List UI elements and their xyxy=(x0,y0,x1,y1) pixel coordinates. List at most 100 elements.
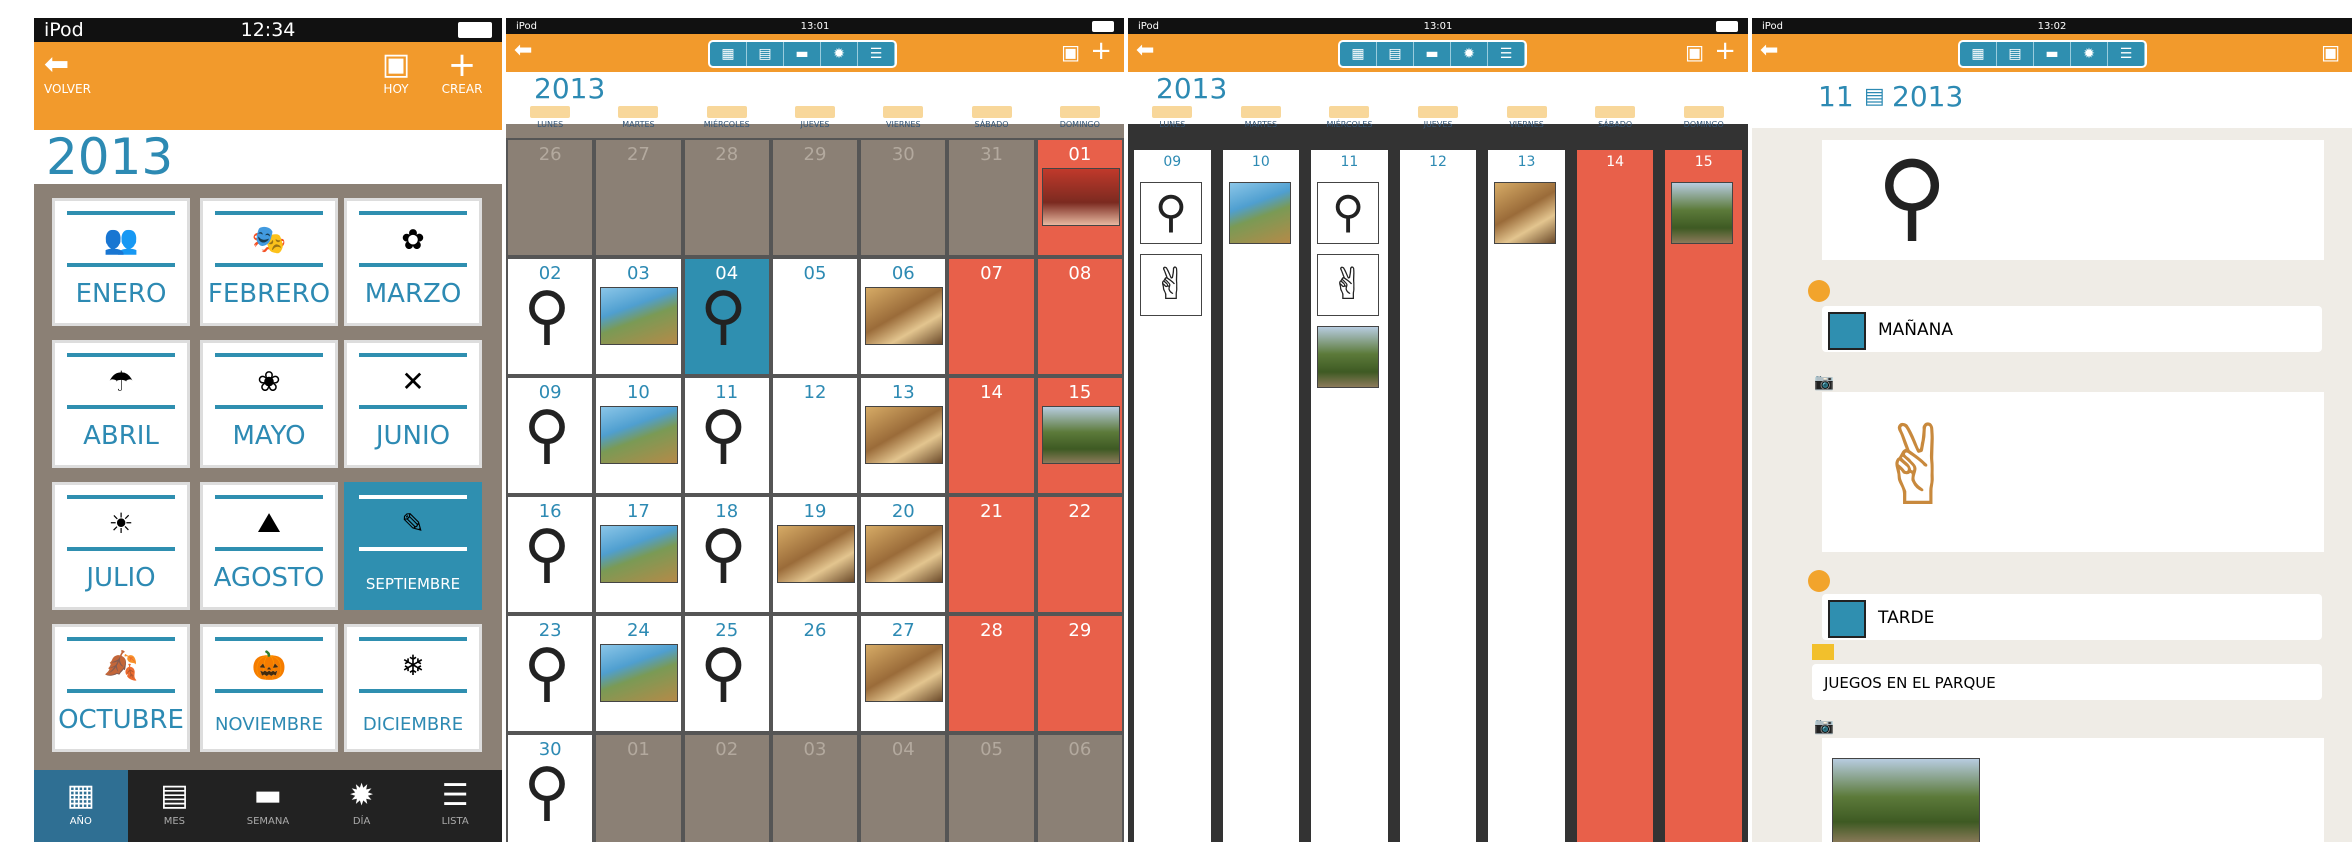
month-tile-diciembre[interactable]: ❄ DICIEMBRE xyxy=(344,624,482,752)
month-day-cell[interactable]: 06 xyxy=(1035,733,1124,842)
month-day-cell[interactable]: 21 xyxy=(947,495,1036,614)
month-tile-agosto[interactable]: ⛰ AGOSTO xyxy=(200,482,338,610)
month-day-cell[interactable]: 01 xyxy=(1035,138,1124,257)
month-day-cell[interactable]: 10 xyxy=(594,376,683,495)
month-day-cell[interactable]: 05 xyxy=(947,733,1036,842)
month-day-cell[interactable]: 27 xyxy=(859,614,948,733)
month-day-cell[interactable]: 04 xyxy=(859,733,948,842)
day-view-icon[interactable]: ✹ xyxy=(821,42,858,66)
week-day-column[interactable]: 15 xyxy=(1663,148,1744,842)
month-tile-octubre[interactable]: 🍂 OCTUBRE xyxy=(52,624,190,752)
week-view-icon[interactable]: ▬ xyxy=(784,42,821,66)
month-day-cell[interactable]: 03 xyxy=(770,733,860,842)
month-day-cell[interactable]: 13 xyxy=(859,376,948,495)
agenda-item-afternoon[interactable]: TARDE xyxy=(1822,594,2322,640)
month-day-cell[interactable]: 22 xyxy=(1035,495,1124,614)
today-button[interactable]: ▣ xyxy=(2321,40,2340,64)
month-tile-junio[interactable]: ✕ JUNIO xyxy=(344,340,482,468)
month-day-cell[interactable]: 28 xyxy=(947,614,1036,733)
park-photo-card[interactable] xyxy=(1822,738,2324,842)
weekday-label: MARTES xyxy=(594,102,682,129)
month-view-icon[interactable]: ▤ xyxy=(1997,42,2034,66)
week-day-column[interactable]: 09 ⚲ ✌ xyxy=(1132,148,1213,842)
month-day-cell[interactable]: 12 xyxy=(770,376,860,495)
agenda-item-morning[interactable]: MAÑANA xyxy=(1822,306,2322,352)
month-day-cell[interactable]: 26 xyxy=(506,138,595,257)
agenda-item-note[interactable]: JUEGOS EN EL PARQUE xyxy=(1812,664,2322,700)
exercise-bike-card[interactable]: ⚲ xyxy=(1822,140,2324,260)
month-day-cell[interactable]: 30 xyxy=(859,138,948,257)
month-day-cell[interactable]: 20 xyxy=(859,495,948,614)
month-day-cell[interactable]: 17 xyxy=(594,495,683,614)
month-day-cell[interactable]: 23 ⚲ xyxy=(506,614,595,733)
back-button[interactable]: ⬅ xyxy=(1760,38,1778,63)
week-day-column[interactable]: 14 xyxy=(1574,148,1656,842)
month-tile-marzo[interactable]: ✿ MARZO xyxy=(344,198,482,326)
month-day-cell[interactable]: 27 xyxy=(594,138,683,257)
back-button[interactable]: ⬅ xyxy=(1136,38,1154,63)
list-view-icon[interactable]: ☰ xyxy=(1488,42,1525,66)
month-tile-noviembre[interactable]: 🎃 NOVIEMBRE xyxy=(200,624,338,752)
month-day-cell[interactable]: 03 xyxy=(594,257,683,376)
month-tile-enero[interactable]: 👥 ENERO xyxy=(52,198,190,326)
create-button[interactable]: + xyxy=(1090,36,1112,66)
year-view-icon[interactable]: ▦ xyxy=(710,42,747,66)
month-day-cell[interactable]: 18 ⚲ xyxy=(682,495,771,614)
month-view-icon[interactable]: ▤ xyxy=(747,42,784,66)
month-day-cell[interactable]: 24 xyxy=(594,614,683,733)
two-people-icon: 👥 xyxy=(67,211,175,267)
month-tile-abril[interactable]: ☂ ABRIL xyxy=(52,340,190,468)
month-day-cell[interactable]: 19 xyxy=(770,495,860,614)
month-day-cell[interactable]: 01 xyxy=(594,733,683,842)
week-day-column[interactable]: 10 xyxy=(1220,148,1302,842)
month-day-cell[interactable]: 08 xyxy=(1035,257,1124,376)
month-day-cell[interactable]: 30 ⚲ xyxy=(506,733,595,842)
day-view-icon[interactable]: ✹ xyxy=(1451,42,1488,66)
month-view-icon[interactable]: ▤ xyxy=(1377,42,1414,66)
month-day-cell[interactable]: 25 ⚲ xyxy=(682,614,771,733)
month-day-cell[interactable]: 29 xyxy=(1035,614,1124,733)
month-day-cell[interactable]: 26 xyxy=(770,614,860,733)
month-tile-julio[interactable]: ☀ JULIO xyxy=(52,482,190,610)
tab-year[interactable]: ▦ AÑO xyxy=(34,770,128,842)
month-day-cell[interactable]: 06 xyxy=(859,257,948,376)
today-button[interactable]: ▣ xyxy=(1061,40,1080,64)
month-tile-mayo[interactable]: ❀ MAYO xyxy=(200,340,338,468)
week-view-icon[interactable]: ▬ xyxy=(1414,42,1451,66)
create-button[interactable]: + xyxy=(1714,36,1736,66)
week-day-column[interactable]: 13 xyxy=(1486,148,1567,842)
month-day-cell[interactable]: 28 xyxy=(682,138,771,257)
year-view-icon[interactable]: ▦ xyxy=(1340,42,1377,66)
tab-list[interactable]: ☰ LISTA xyxy=(408,770,502,842)
month-day-cell[interactable]: 05 xyxy=(770,257,860,376)
year-view-icon[interactable]: ▦ xyxy=(1960,42,1997,66)
today-button[interactable]: ▣ xyxy=(1685,40,1704,64)
back-button[interactable]: ⬅ VOLVER xyxy=(44,48,114,97)
month-day-cell[interactable]: 15 xyxy=(1035,376,1124,495)
list-view-icon[interactable]: ☰ xyxy=(2108,42,2145,66)
list-view-icon[interactable]: ☰ xyxy=(858,42,895,66)
tab-month[interactable]: ▤ MES xyxy=(128,770,222,842)
week-view-icon[interactable]: ▬ xyxy=(2034,42,2071,66)
week-day-column[interactable]: 11 ⚲ ✌ xyxy=(1309,148,1390,842)
create-button[interactable]: + CREAR xyxy=(430,48,494,96)
week-day-column[interactable]: 12 xyxy=(1397,148,1479,842)
month-tile-febrero[interactable]: 🎭 FEBRERO xyxy=(200,198,338,326)
tab-week[interactable]: ▬ SEMANA xyxy=(221,770,315,842)
month-day-cell[interactable]: 31 xyxy=(947,138,1036,257)
month-day-cell[interactable]: 02 ⚲ xyxy=(506,257,595,376)
month-day-cell[interactable]: 16 ⚲ xyxy=(506,495,595,614)
month-day-cell[interactable]: 04 ⚲ xyxy=(682,257,771,376)
month-day-cell[interactable]: 09 ⚲ xyxy=(506,376,595,495)
month-day-cell[interactable]: 11 ⚲ xyxy=(682,376,771,495)
month-tile-septiembre[interactable]: ✎ SEPTIEMBRE xyxy=(344,482,482,610)
back-button[interactable]: ⬅ xyxy=(514,38,532,63)
month-day-cell[interactable]: 02 xyxy=(682,733,771,842)
tab-day[interactable]: ✹ DÍA xyxy=(315,770,409,842)
today-button[interactable]: ▣ HOY xyxy=(370,48,422,97)
waving-figure-card[interactable]: ✌ xyxy=(1822,392,2324,552)
month-day-cell[interactable]: 29 xyxy=(770,138,860,257)
month-day-cell[interactable]: 07 xyxy=(947,257,1036,376)
month-day-cell[interactable]: 14 xyxy=(947,376,1036,495)
day-view-icon[interactable]: ✹ xyxy=(2071,42,2108,66)
